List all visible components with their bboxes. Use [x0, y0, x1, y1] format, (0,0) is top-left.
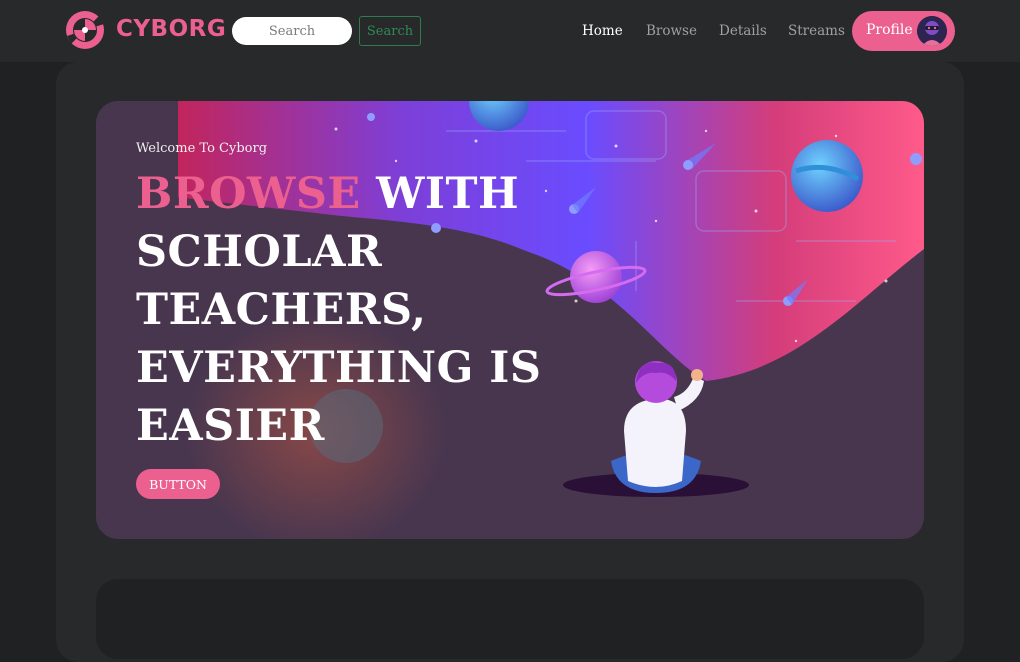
profile-label: Profile — [866, 22, 913, 38]
profile-button[interactable]: Profile — [852, 11, 955, 51]
nav-home[interactable]: Home — [582, 23, 623, 39]
nav-browse[interactable]: Browse — [646, 23, 697, 39]
welcome-text: Welcome To Cyborg — [136, 141, 268, 156]
top-navbar: CYBORG Search Home Browse Details Stream… — [0, 0, 1020, 62]
search-button[interactable]: Search — [359, 16, 421, 46]
brand-name[interactable]: CYBORG — [116, 16, 226, 42]
hero-headline: BROWSE WITH SCHOLAR TEACHERS, EVERYTHING… — [136, 165, 556, 455]
nav-details[interactable]: Details — [719, 23, 767, 39]
secondary-content-panel — [96, 579, 924, 659]
cyborg-logo-icon[interactable] — [65, 10, 105, 50]
search-input[interactable] — [232, 17, 352, 45]
headline-accent: BROWSE — [136, 169, 361, 219]
banner-cta-button[interactable]: BUTTON — [136, 469, 220, 499]
hero-banner: Welcome To Cyborg BROWSE WITH SCHOLAR TE… — [96, 101, 924, 539]
user-avatar-icon — [917, 16, 947, 46]
nav-streams[interactable]: Streams — [788, 23, 845, 39]
